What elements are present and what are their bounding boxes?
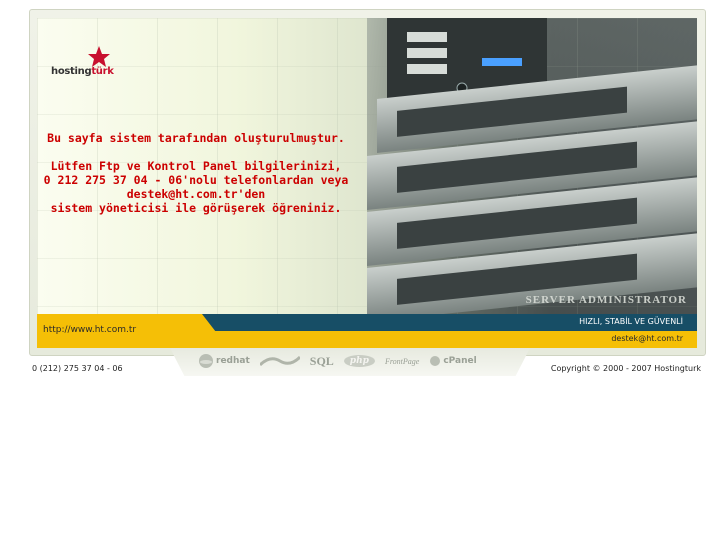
support-email-link[interactable]: destek@ht.com.tr — [611, 334, 683, 343]
message-line-4: destek@ht.com.tr'den — [126, 187, 266, 201]
info-message: Bu sayfa sistem tarafından oluşturulmuşt… — [37, 131, 355, 215]
frontpage-logo: FrontPage — [384, 356, 420, 366]
redhat-logo: redhat — [198, 353, 250, 369]
logo-wordmark: hostingtürk — [51, 66, 114, 77]
slogan-text: HIZLI, STABİL VE GÜVENLİ — [579, 317, 683, 326]
cpanel-logo: cPanel — [429, 355, 477, 367]
website-link[interactable]: http://www.ht.com.tr — [43, 325, 136, 335]
message-line-1: Bu sayfa sistem tarafından oluşturulmuşt… — [47, 131, 345, 145]
wave-logo — [259, 355, 300, 367]
logo-word-turk: türk — [91, 66, 114, 77]
cpanel-circle-icon — [430, 356, 441, 366]
php-logo: php — [343, 355, 375, 367]
cpanel-text: cPanel — [443, 356, 477, 366]
footer-copyright: Copyright © 2000 - 2007 Hostingturk — [550, 364, 701, 373]
technology-logos: redhat SQL php FrontPage cPanel — [198, 352, 477, 370]
wave-logo-icon — [259, 355, 300, 367]
server-admin-caption: SERVER ADMINISTRATOR — [525, 294, 687, 306]
footer-phone: 0 (212) 275 37 04 - 06 — [32, 364, 123, 373]
logo-word-hosting: hosting — [51, 66, 92, 77]
message-line-5: sistem yöneticisi ile görüşerek öğrenini… — [50, 201, 342, 215]
hero-banner: hostingtürk Bu sayfa sistem tarafından o… — [37, 18, 697, 314]
message-line-2: Lütfen Ftp ve Kontrol Panel bilgileriniz… — [50, 159, 342, 173]
redhat-hat-icon — [199, 354, 213, 368]
server-rack-image — [367, 18, 697, 314]
redhat-text: redhat — [216, 356, 250, 366]
message-line-3: 0 212 275 37 04 - 06'nolu telefonlardan … — [43, 173, 349, 187]
sql-logo: SQL — [309, 353, 334, 368]
